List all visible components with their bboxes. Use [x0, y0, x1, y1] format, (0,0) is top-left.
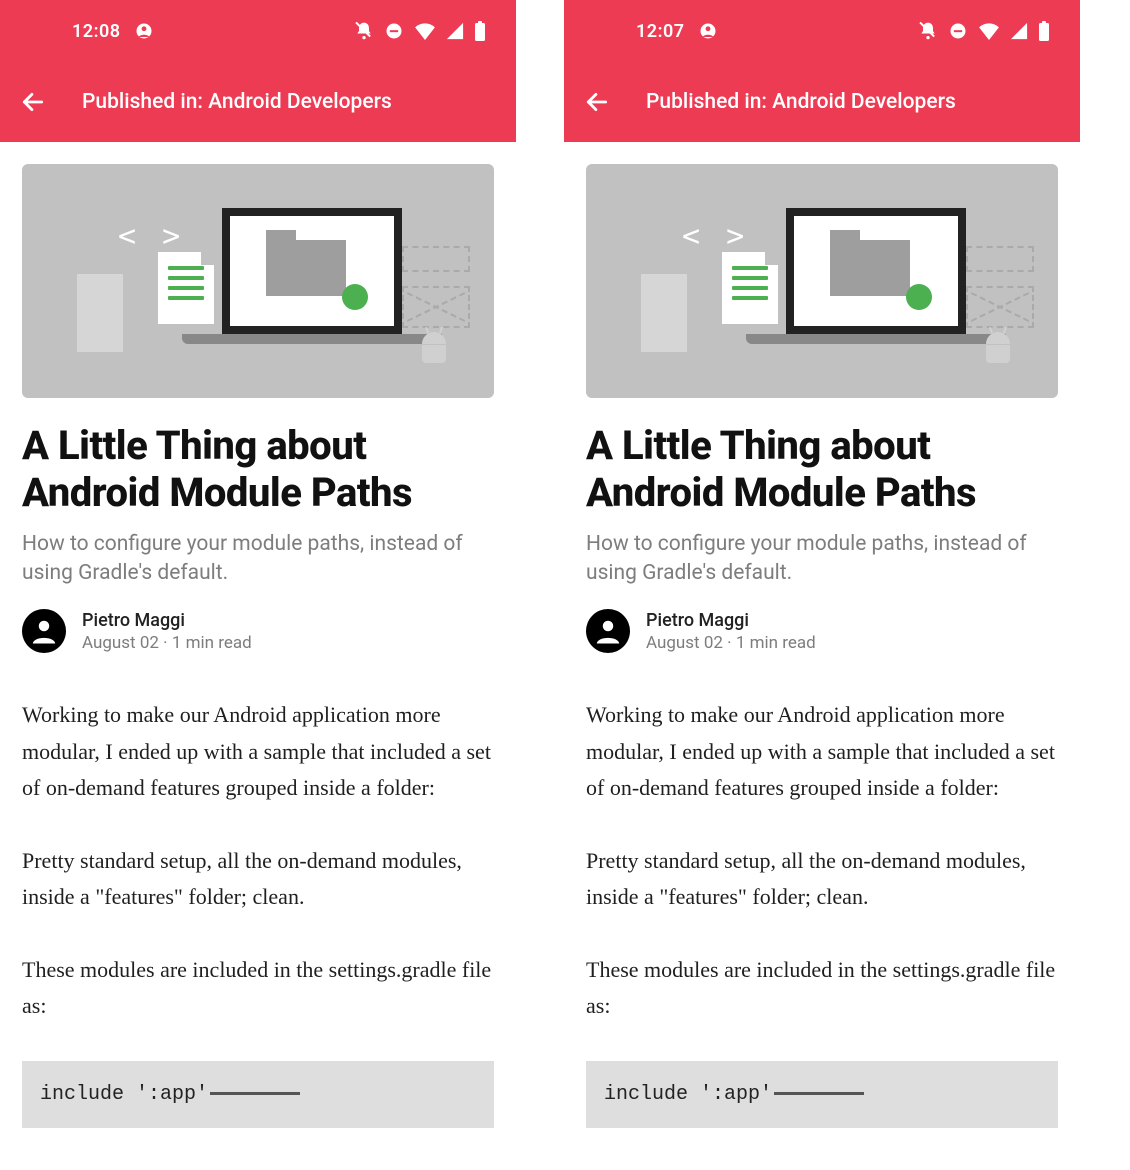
bell-off-icon [354, 21, 374, 41]
profile-status-icon [135, 22, 153, 40]
article-subtitle: How to configure your module paths, inst… [586, 530, 1058, 587]
app-bar: Published in: Android Developers [564, 62, 1080, 142]
status-time: 12:07 [636, 21, 685, 42]
article-body: Working to make our Android application … [22, 697, 494, 1025]
profile-status-icon [699, 22, 717, 40]
article-body: Working to make our Android application … [586, 697, 1058, 1025]
wifi-icon [414, 22, 436, 40]
battery-icon [474, 21, 486, 41]
author-avatar[interactable] [22, 609, 66, 653]
dnd-icon [948, 21, 968, 41]
battery-icon [1038, 21, 1050, 41]
article-meta: August 02 · 1 min read [82, 633, 252, 653]
bell-off-icon [918, 21, 938, 41]
article-content[interactable]: A Little Thing about Android Module Path… [0, 398, 516, 1128]
app-bar: Published in: Android Developers [0, 62, 516, 142]
paragraph: Pretty standard setup, all the on-demand… [22, 843, 494, 916]
signal-icon [446, 22, 464, 40]
paragraph: Pretty standard setup, all the on-demand… [586, 843, 1058, 916]
article-title: A Little Thing about Android Module Path… [22, 422, 494, 516]
author-avatar[interactable] [586, 609, 630, 653]
back-icon[interactable] [20, 89, 46, 115]
code-text: include ':app' [604, 1083, 772, 1106]
status-bar: 12:08 [0, 0, 516, 62]
byline: Pietro Maggi August 02 · 1 min read [586, 609, 1058, 653]
hero-image: < > [586, 164, 1058, 398]
article-meta: August 02 · 1 min read [646, 633, 816, 653]
paragraph: These modules are included in the settin… [586, 952, 1058, 1025]
appbar-title[interactable]: Published in: Android Developers [82, 90, 392, 114]
code-block: include ':app' [22, 1061, 494, 1128]
wifi-icon [978, 22, 1000, 40]
author-name[interactable]: Pietro Maggi [82, 610, 252, 631]
hero-image: < > [22, 164, 494, 398]
code-block: include ':app' [586, 1061, 1058, 1128]
phone-screen-right: 12:07 Published in: [564, 0, 1080, 1170]
back-icon[interactable] [584, 89, 610, 115]
code-text: include ':app' [40, 1083, 208, 1106]
status-bar: 12:07 [564, 0, 1080, 62]
dnd-icon [384, 21, 404, 41]
paragraph: Working to make our Android application … [22, 697, 494, 807]
article-subtitle: How to configure your module paths, inst… [22, 530, 494, 587]
author-name[interactable]: Pietro Maggi [646, 610, 816, 631]
phone-screen-left: 12:08 Published in: [0, 0, 516, 1170]
signal-icon [1010, 22, 1028, 40]
byline: Pietro Maggi August 02 · 1 min read [22, 609, 494, 653]
article-content[interactable]: A Little Thing about Android Module Path… [564, 398, 1080, 1128]
status-time: 12:08 [72, 21, 121, 42]
paragraph: Working to make our Android application … [586, 697, 1058, 807]
appbar-title[interactable]: Published in: Android Developers [646, 90, 956, 114]
paragraph: These modules are included in the settin… [22, 952, 494, 1025]
article-title: A Little Thing about Android Module Path… [586, 422, 1058, 516]
